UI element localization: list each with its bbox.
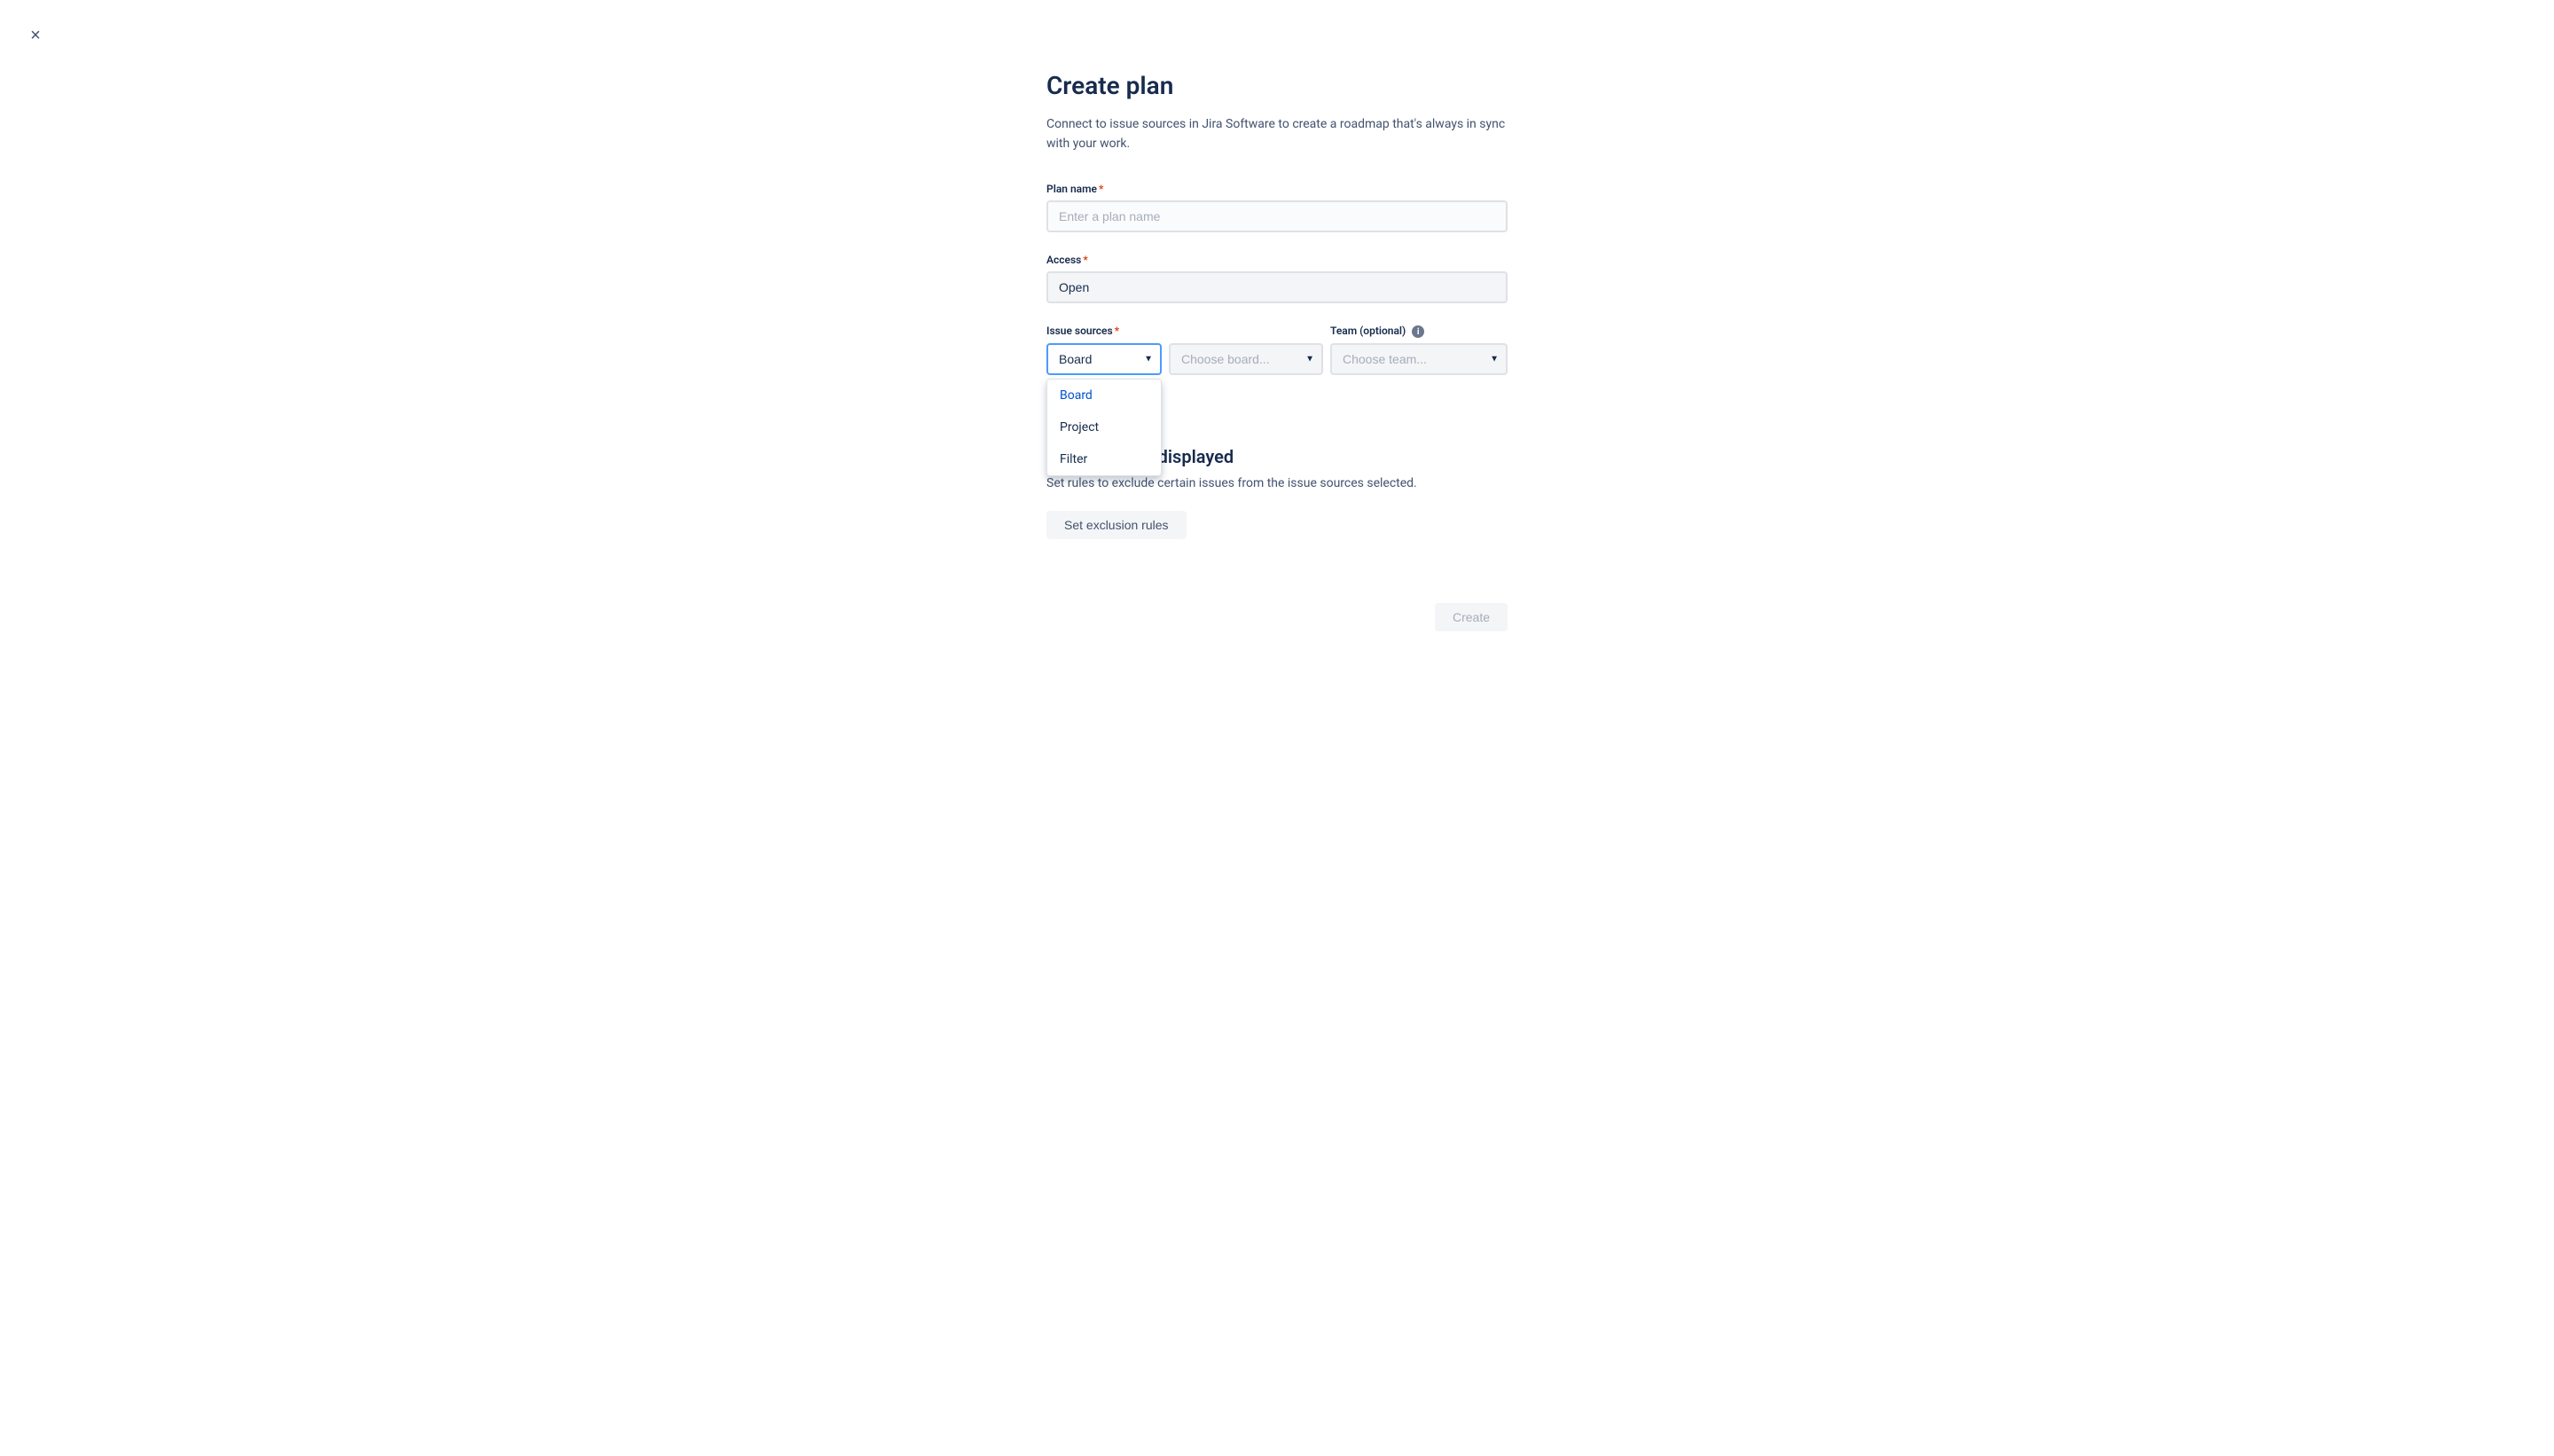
source-type-wrapper: Board Project Filter ▼ Board Project Fil… [1046,343,1162,375]
close-button[interactable]: × [21,21,50,50]
exclusion-description: Set rules to exclude certain issues from… [1046,474,1508,493]
access-select[interactable]: Open Private Invite only [1046,271,1508,303]
page-description: Connect to issue sources in Jira Softwar… [1046,114,1508,154]
source-type-select[interactable]: Board Project Filter [1046,343,1162,375]
issue-sources-group: Issue sources* Team (optional) i Board P… [1046,325,1508,376]
board-select-wrapper: Choose board... ▼ [1169,343,1323,375]
dropdown-item-board[interactable]: Board [1047,380,1161,411]
required-star-sources: * [1115,325,1119,337]
required-star-access: * [1083,254,1087,266]
team-info-icon[interactable]: i [1412,325,1424,338]
team-label-wrapper: Team (optional) i [1330,325,1508,339]
team-select[interactable]: Choose team... [1330,343,1508,375]
issue-sources-label: Issue sources* [1046,325,1162,337]
issue-sources-row: Board Project Filter ▼ Board Project Fil… [1046,343,1508,375]
footer-row: Create [1046,603,1508,631]
access-select-wrapper: Open Private Invite only [1046,271,1508,303]
team-label: Team (optional) i [1330,325,1508,339]
dropdown-item-filter[interactable]: Filter [1047,443,1161,475]
access-label: Access* [1046,254,1508,266]
source-type-dropdown: Board Project Filter [1046,379,1162,476]
source-type-select-wrapper: Board Project Filter ▼ [1046,343,1162,375]
issue-sources-header: Issue sources* Team (optional) i [1046,325,1508,339]
board-label-spacer [1169,325,1323,339]
access-group: Access* Open Private Invite only [1046,254,1508,303]
set-exclusion-rules-button[interactable]: Set exclusion rules [1046,511,1187,539]
board-select[interactable]: Choose board... [1169,343,1323,375]
required-star: * [1099,183,1103,195]
page-title: Create plan [1046,71,1508,100]
create-button[interactable]: Create [1435,603,1508,631]
plan-name-group: Plan name* [1046,183,1508,232]
team-select-wrapper: Choose team... ▼ [1330,343,1508,375]
plan-name-input[interactable] [1046,200,1508,232]
plan-name-label: Plan name* [1046,183,1508,195]
dropdown-item-project[interactable]: Project [1047,411,1161,443]
